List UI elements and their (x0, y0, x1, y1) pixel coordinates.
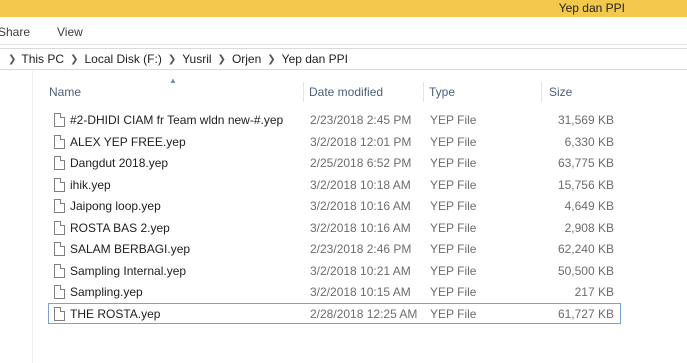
file-icon (54, 156, 65, 170)
file-size: 4,649 KB (564, 199, 614, 213)
file-row[interactable]: ROSTA BAS 2.yep 3/2/2018 10:16 AM YEP Fi… (48, 217, 621, 239)
file-icon (54, 242, 65, 256)
file-type: YEP File (430, 199, 477, 213)
file-date-modified: 3/2/2018 10:16 AM (310, 220, 411, 235)
file-date-modified: 2/23/2018 2:45 PM (310, 113, 412, 127)
file-icon (54, 177, 65, 192)
file-date-modified: 2/23/2018 2:46 PM (310, 242, 412, 256)
column-date-modified[interactable]: Date modified (305, 80, 383, 104)
file-row[interactable]: SALAM BERBAGI.yep 2/23/2018 2:46 PM YEP … (48, 238, 621, 260)
file-name: THE ROSTA.yep (70, 306, 161, 321)
file-date-modified: 2/28/2018 12:25 AM (310, 306, 418, 321)
breadcrumb-local-disk[interactable]: Local Disk (F:) (84, 52, 161, 66)
tab-share[interactable]: Share (0, 25, 30, 39)
file-row[interactable]: ALEX YEP FREE.yep 3/2/2018 12:01 PM YEP … (48, 131, 621, 153)
column-header: ▲ Name Date modified Type Size (45, 76, 625, 104)
tab-view[interactable]: View (57, 25, 83, 39)
file-size: 63,775 KB (557, 156, 614, 170)
file-name: ROSTA BAS 2.yep (70, 220, 170, 235)
file-date-modified: 3/2/2018 10:21 AM (310, 263, 411, 278)
file-icon (54, 113, 65, 127)
file-date-modified: 3/2/2018 10:16 AM (310, 199, 411, 213)
file-date-modified: 3/2/2018 10:18 AM (310, 177, 411, 192)
ribbon-tabs: Share View (0, 17, 687, 45)
file-row[interactable]: Sampling.yep 3/2/2018 10:15 AM YEP File … (48, 281, 621, 303)
file-name: Sampling Internal.yep (70, 263, 187, 278)
chevron-right-icon[interactable]: ❯ (162, 54, 182, 65)
file-type: YEP File (430, 113, 477, 127)
file-row[interactable]: Jaipong loop.yep 3/2/2018 10:16 AM YEP F… (48, 195, 621, 217)
file-name: ihik.yep (70, 177, 111, 192)
file-size: 61,727 KB (557, 306, 614, 321)
file-size: 62,240 KB (557, 242, 614, 256)
breadcrumb-yusril[interactable]: Yusril (182, 52, 211, 66)
file-icon (54, 306, 65, 321)
file-name: Dangdut 2018.yep (70, 156, 169, 170)
chevron-right-icon[interactable]: ❯ (6, 54, 21, 65)
file-date-modified: 2/25/2018 6:52 PM (310, 156, 412, 170)
file-list: #2-DHIDI CIAM fr Team wldn new-#.yep 2/2… (45, 109, 625, 324)
file-type: YEP File (430, 220, 477, 235)
column-name[interactable]: Name (45, 80, 81, 104)
breadcrumb: ❯ This PC ❯ Local Disk (F:) ❯ Yusril ❯ O… (6, 49, 348, 69)
breadcrumb-orjen[interactable]: Orjen (232, 52, 261, 66)
column-divider[interactable] (541, 82, 542, 102)
chevron-right-icon[interactable]: ❯ (261, 54, 281, 65)
file-name: SALAM BERBAGI.yep (70, 242, 191, 256)
file-size: 15,756 KB (557, 177, 614, 192)
chevron-right-icon[interactable]: ❯ (212, 54, 232, 65)
file-icon (54, 220, 65, 235)
breadcrumb-yep-dan-ppi[interactable]: Yep dan PPI (282, 52, 348, 66)
file-size: 50,500 KB (557, 263, 614, 278)
file-icon (54, 199, 65, 213)
file-name: ALEX YEP FREE.yep (70, 134, 186, 149)
file-row[interactable]: Sampling Internal.yep 3/2/2018 10:21 AM … (48, 260, 621, 282)
file-row[interactable]: Dangdut 2018.yep 2/25/2018 6:52 PM YEP F… (48, 152, 621, 174)
title-bar: Yep dan PPI (0, 0, 687, 17)
file-type: YEP File (430, 134, 477, 149)
column-divider[interactable] (303, 82, 304, 102)
file-name: Sampling.yep (70, 285, 143, 299)
file-icon (54, 134, 65, 149)
sort-ascending-icon: ▲ (169, 76, 177, 85)
breadcrumb-this-pc[interactable]: This PC (21, 52, 64, 66)
file-size: 217 KB (574, 285, 614, 299)
window-title: Yep dan PPI (558, 1, 625, 15)
column-divider[interactable] (423, 82, 424, 102)
file-name: Jaipong loop.yep (70, 199, 161, 213)
file-size: 31,569 KB (557, 113, 614, 127)
file-type: YEP File (430, 285, 477, 299)
file-date-modified: 3/2/2018 12:01 PM (310, 134, 412, 149)
navigation-pane-divider[interactable] (32, 71, 33, 363)
address-bar[interactable]: ❯ This PC ❯ Local Disk (F:) ❯ Yusril ❯ O… (0, 48, 687, 70)
file-type: YEP File (430, 177, 477, 192)
file-date-modified: 3/2/2018 10:15 AM (310, 285, 411, 299)
file-row[interactable]: ihik.yep 3/2/2018 10:18 AM YEP File 15,7… (48, 174, 621, 196)
file-name: #2-DHIDI CIAM fr Team wldn new-#.yep (70, 113, 284, 127)
file-size: 6,330 KB (564, 134, 614, 149)
file-type: YEP File (430, 242, 477, 256)
file-icon (54, 263, 65, 278)
file-type: YEP File (430, 263, 477, 278)
chevron-right-icon[interactable]: ❯ (64, 54, 84, 65)
file-size: 2,908 KB (564, 220, 614, 235)
file-row[interactable]: #2-DHIDI CIAM fr Team wldn new-#.yep 2/2… (48, 109, 621, 131)
file-row-selected[interactable]: THE ROSTA.yep 2/28/2018 12:25 AM YEP Fil… (48, 302, 621, 324)
file-icon (54, 285, 65, 299)
column-size[interactable]: Size (545, 80, 572, 104)
file-type: YEP File (430, 306, 477, 321)
file-type: YEP File (430, 156, 477, 170)
column-type[interactable]: Type (425, 80, 455, 104)
